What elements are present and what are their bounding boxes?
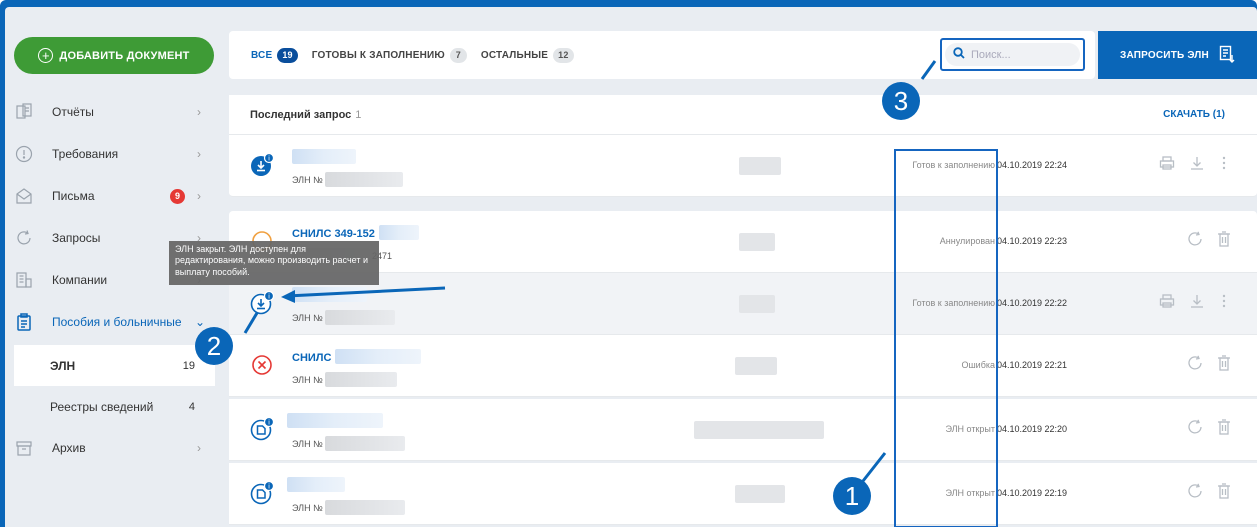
app-frame: + ДОБАВИТЬ ДОКУМЕНТ Отчёты › Требования …	[0, 0, 1257, 527]
callout-tail	[920, 60, 937, 80]
annotation-arrows	[243, 60, 937, 482]
annotation-marker-1: 1	[833, 477, 871, 515]
app-window: + ДОБАВИТЬ ДОКУМЕНТ Отчёты › Требования …	[5, 7, 1257, 527]
arrow-head	[281, 290, 295, 303]
annotation-marker-3: 3	[882, 82, 920, 120]
annotation-marker-2: 2	[195, 327, 233, 365]
callout-tail	[861, 452, 887, 482]
arrow-line	[286, 286, 446, 298]
callout-tail	[243, 312, 259, 334]
